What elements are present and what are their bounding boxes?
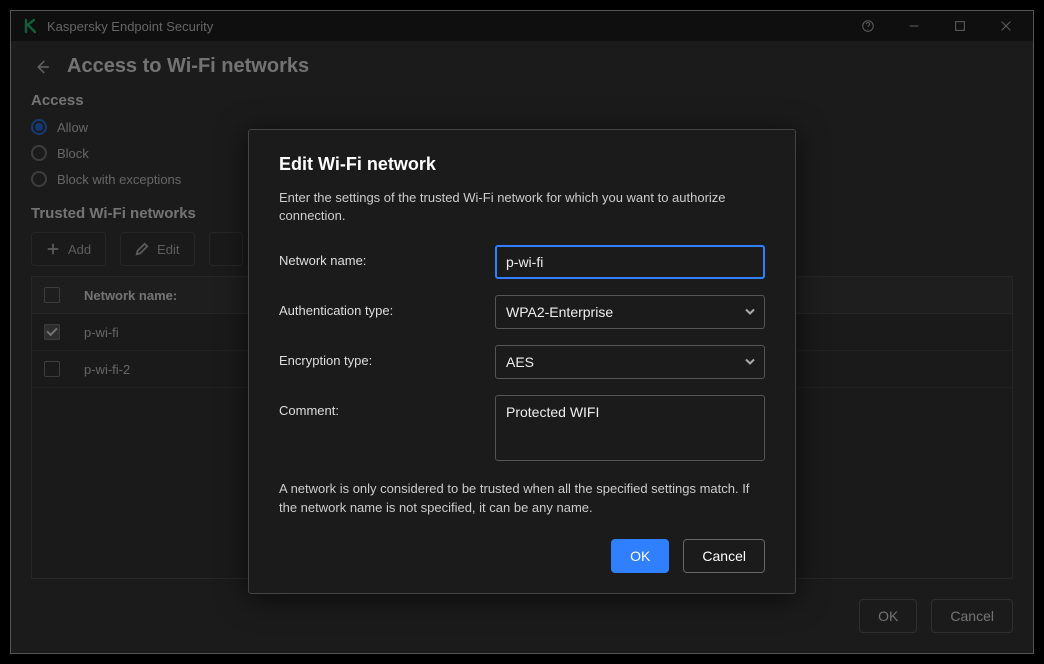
network-name-input[interactable] <box>495 245 765 279</box>
modal-overlay: Edit Wi-Fi network Enter the settings of… <box>11 11 1033 653</box>
edit-wifi-modal: Edit Wi-Fi network Enter the settings of… <box>248 129 796 594</box>
comment-input[interactable] <box>495 395 765 461</box>
label-network-name: Network name: <box>279 245 495 268</box>
modal-note: A network is only considered to be trust… <box>279 480 765 516</box>
modal-ok-button[interactable]: OK <box>611 539 669 573</box>
label-comment: Comment: <box>279 395 495 418</box>
label-auth-type: Authentication type: <box>279 295 495 318</box>
enc-type-select[interactable]: AES <box>495 345 765 379</box>
modal-description: Enter the settings of the trusted Wi-Fi … <box>279 189 765 225</box>
modal-footer: OK Cancel <box>249 525 795 593</box>
auth-type-select[interactable]: WPA2-Enterprise <box>495 295 765 329</box>
app-window: Kaspersky Endpoint Security Access to Wi… <box>10 10 1034 654</box>
modal-cancel-button[interactable]: Cancel <box>683 539 765 573</box>
modal-title: Edit Wi-Fi network <box>279 154 765 175</box>
label-enc-type: Encryption type: <box>279 345 495 368</box>
